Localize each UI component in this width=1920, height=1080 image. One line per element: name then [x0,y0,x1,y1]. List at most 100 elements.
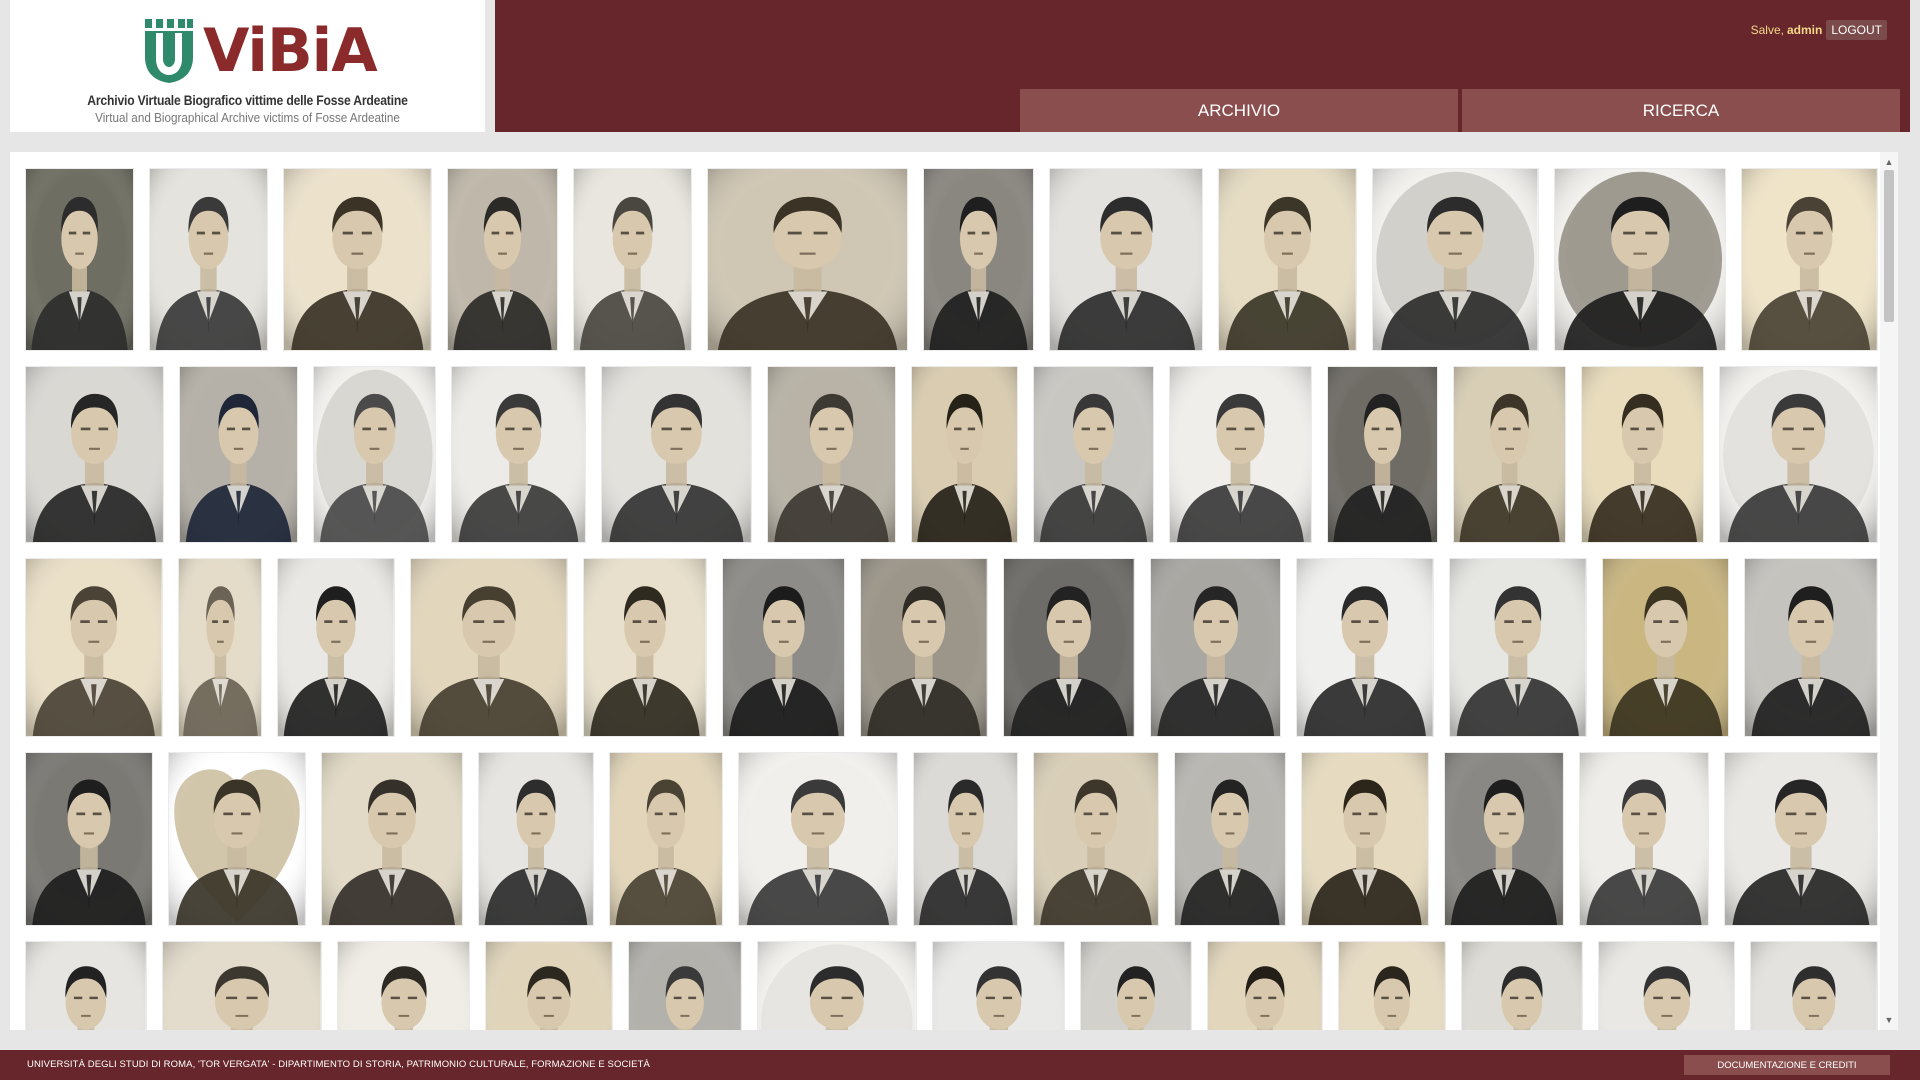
portrait-thumbnail[interactable] [1553,168,1727,351]
portrait-image [168,753,305,925]
portrait-thumbnail[interactable] [1296,558,1434,737]
portrait-thumbnail[interactable] [1033,366,1155,543]
portrait-image [26,942,146,1030]
portrait-thumbnail[interactable] [1169,366,1312,543]
portrait-thumbnail[interactable] [1750,941,1879,1030]
portrait-image [162,942,321,1030]
site-logo-area[interactable]: ViBiA Archivio Virtuale Biografico vitti… [10,0,485,132]
portrait-image [1297,559,1433,736]
portrait-thumbnail[interactable] [1218,168,1358,351]
portrait-thumbnail[interactable] [766,366,896,543]
portrait-thumbnail[interactable] [25,168,135,351]
portrait-thumbnail[interactable] [25,941,147,1030]
nav-tab-archivio[interactable]: ARCHIVIO [1020,89,1458,132]
portrait-image [1034,367,1154,542]
portrait-image [583,559,706,736]
portrait-thumbnail[interactable] [931,941,1066,1030]
portrait-thumbnail[interactable] [451,366,586,543]
greeting-text: Salve, [1750,23,1784,37]
portrait-image [452,367,585,542]
portrait-thumbnail[interactable] [721,558,846,737]
portrait-image [707,169,907,350]
portrait-thumbnail[interactable] [336,941,471,1030]
portrait-thumbnail[interactable] [178,366,298,543]
portrait-thumbnail[interactable] [737,752,898,926]
tower-shield-icon [143,19,195,83]
scroll-up-arrow-icon[interactable]: ▲ [1880,154,1898,170]
photo-row [25,558,1878,737]
portrait-thumbnail[interactable] [1741,168,1878,351]
portrait-thumbnail[interactable] [1744,558,1878,737]
portrait-thumbnail[interactable] [1080,941,1193,1030]
portrait-image [1175,753,1286,925]
portrait-thumbnail[interactable] [1149,558,1282,737]
portrait-thumbnail[interactable] [485,941,614,1030]
portrait-image [1208,942,1322,1030]
portrait-image [1725,753,1878,925]
portrait-thumbnail[interactable] [756,941,917,1030]
portrait-thumbnail[interactable] [1174,752,1287,926]
portrait-thumbnail[interactable] [1460,941,1583,1030]
portrait-thumbnail[interactable] [628,941,742,1030]
portrait-thumbnail[interactable] [1033,752,1160,926]
portrait-image [1338,942,1445,1030]
portrait-thumbnail[interactable] [25,752,153,926]
nav-tab-ricerca[interactable]: RICERCA [1462,89,1900,132]
portrait-thumbnail[interactable] [1444,752,1565,926]
portrait-thumbnail[interactable] [601,366,752,543]
portrait-image [1598,942,1735,1030]
vertical-scrollbar[interactable]: ▲ ▼ [1880,152,1898,1030]
portrait-image [911,367,1017,542]
portrait-thumbnail[interactable] [1719,366,1879,543]
portrait-thumbnail[interactable] [1326,366,1439,543]
portrait-thumbnail[interactable] [1601,558,1730,737]
portrait-thumbnail[interactable] [922,168,1034,351]
portrait-thumbnail[interactable] [25,558,163,737]
portrait-thumbnail[interactable] [282,168,432,351]
portrait-thumbnail[interactable] [860,558,988,737]
portrait-image [923,169,1033,350]
portrait-thumbnail[interactable] [277,558,396,737]
portrait-thumbnail[interactable] [167,752,306,926]
scroll-down-arrow-icon[interactable]: ▼ [1880,1012,1898,1028]
portrait-thumbnail[interactable] [1048,168,1204,351]
portrait-thumbnail[interactable] [1597,941,1736,1030]
portrait-thumbnail[interactable] [149,168,268,351]
portrait-thumbnail[interactable] [912,752,1019,926]
photo-row [25,366,1879,543]
portrait-thumbnail[interactable] [1448,558,1587,737]
portrait-thumbnail[interactable] [1579,752,1710,926]
documentation-credits-button[interactable]: DOCUMENTAZIONE E CREDITI [1684,1055,1890,1075]
portrait-thumbnail[interactable] [446,168,558,351]
portrait-thumbnail[interactable] [1337,941,1446,1030]
portrait-thumbnail[interactable] [1372,168,1539,351]
photo-row [25,168,1878,351]
portrait-thumbnail[interactable] [410,558,568,737]
portrait-thumbnail[interactable] [1301,752,1430,926]
portrait-thumbnail[interactable] [313,366,437,543]
portrait-thumbnail[interactable] [582,558,707,737]
scrollbar-thumb[interactable] [1884,170,1894,322]
portrait-thumbnail[interactable] [25,366,164,543]
portrait-thumbnail[interactable] [608,752,723,926]
portrait-thumbnail[interactable] [1207,941,1323,1030]
portrait-thumbnail[interactable] [177,558,263,737]
portrait-thumbnail[interactable] [1453,366,1567,543]
portrait-thumbnail[interactable] [572,168,692,351]
portrait-image [1745,559,1877,736]
portrait-thumbnail[interactable] [320,752,463,926]
portrait-thumbnail[interactable] [706,168,908,351]
portrait-thumbnail[interactable] [1724,752,1879,926]
site-logo[interactable]: ViBiA [143,18,378,84]
portrait-thumbnail[interactable] [1581,366,1705,543]
logout-button[interactable]: LOGOUT [1826,20,1887,40]
portrait-thumbnail[interactable] [910,366,1018,543]
portrait-image [1049,169,1203,350]
portrait-thumbnail[interactable] [477,752,594,926]
portrait-image [1219,169,1357,350]
photo-grid [25,168,1879,1030]
portrait-thumbnail[interactable] [161,941,322,1030]
portrait-thumbnail[interactable] [1002,558,1135,737]
portrait-image [1170,367,1311,542]
portrait-image [1373,169,1538,350]
